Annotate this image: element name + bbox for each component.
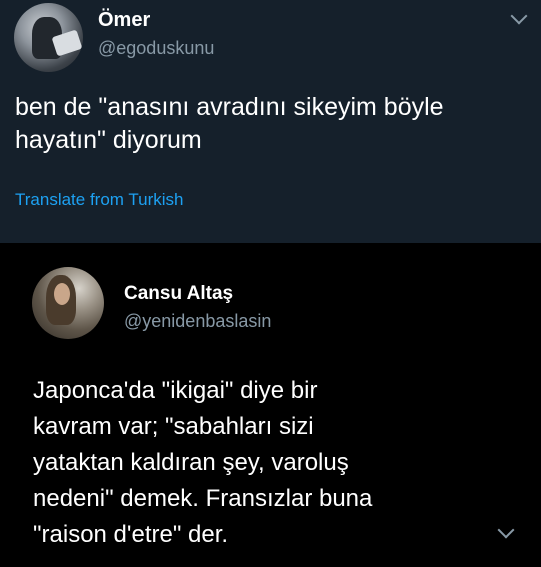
quoted-author-handle[interactable]: @yenidenbaslasin <box>124 311 271 332</box>
quoted-text-line: "raison d'etre" der. <box>33 521 229 548</box>
chevron-down-icon[interactable] <box>510 7 528 25</box>
author-handle[interactable]: @egoduskunu <box>98 38 214 59</box>
quoted-text-line: Japonca'da "ikigai" diye bir <box>33 377 318 404</box>
tweet-text-line: ben de "anasını avradını sikeyim böyle <box>15 93 444 121</box>
quoted-tweet-text: Japonca'da "ikigai" diye bir kavram var;… <box>33 373 533 553</box>
quoted-text-line: nedeni" demek. Fransızlar buna <box>33 485 373 512</box>
tweet-text-line: hayatın" diyorum <box>15 126 202 154</box>
tweet-text: ben de "anasını avradını sikeyim böyle h… <box>15 91 530 157</box>
quoted-text-line: kavram var; "sabahları sizi <box>33 413 314 440</box>
translate-link[interactable]: Translate from Turkish <box>15 190 183 210</box>
author-name[interactable]: Ömer <box>98 9 150 32</box>
avatar[interactable] <box>32 267 104 339</box>
tweet: Ömer @egoduskunu ben de "anasını avradın… <box>0 0 541 232</box>
avatar[interactable] <box>14 3 83 72</box>
quoted-author-name[interactable]: Cansu Altaş <box>124 283 233 305</box>
quoted-text-line: yataktan kaldıran şey, varoluş <box>33 449 349 476</box>
quoted-tweet[interactable]: Cansu Altaş @yenidenbaslasin Japonca'da … <box>0 243 541 567</box>
